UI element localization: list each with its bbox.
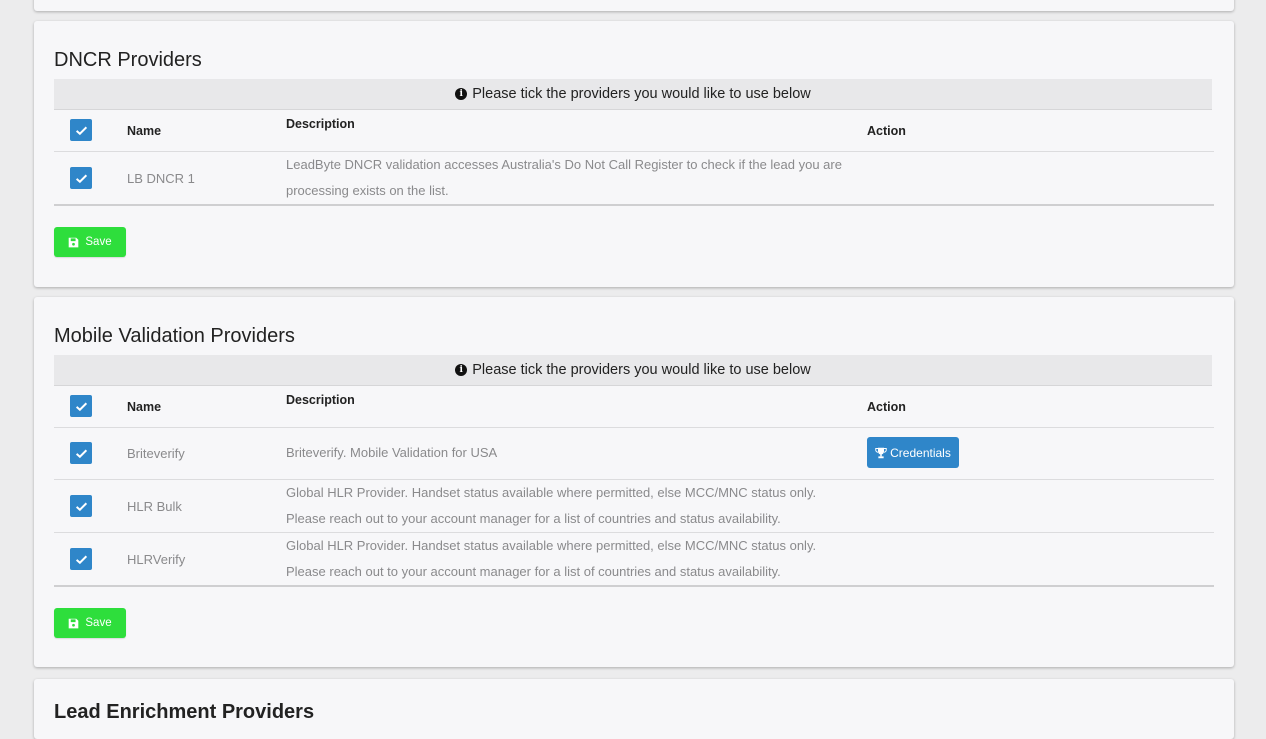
select-all-checkbox[interactable] bbox=[70, 395, 92, 417]
column-header-description: Description bbox=[286, 117, 355, 131]
select-all-checkbox[interactable] bbox=[70, 119, 92, 141]
provider-description: Global HLR Provider. Handset status avai… bbox=[286, 538, 817, 579]
mobile-validation-providers-card: Mobile Validation Providers i Please tic… bbox=[34, 297, 1234, 667]
provider-name: LB DNCR 1 bbox=[127, 171, 195, 186]
provider-checkbox[interactable] bbox=[70, 548, 92, 570]
checkmark-icon bbox=[75, 402, 87, 411]
trophy-icon bbox=[875, 447, 887, 458]
save-button[interactable]: Save bbox=[54, 608, 126, 638]
table-row: Briteverify Briteverify. Mobile Validati… bbox=[54, 428, 1214, 480]
notice-bar: i Please tick the providers you would li… bbox=[54, 355, 1212, 386]
checkmark-icon bbox=[75, 502, 87, 511]
column-header-action: Action bbox=[867, 400, 906, 414]
column-header-name: Name bbox=[127, 400, 162, 414]
info-circle-icon: i bbox=[455, 364, 468, 376]
provider-name: Briteverify bbox=[127, 446, 185, 461]
section-title: Mobile Validation Providers bbox=[54, 325, 295, 347]
section-title: Lead Enrichment Providers bbox=[54, 701, 315, 723]
credentials-button[interactable]: Credentials bbox=[867, 437, 959, 468]
table-row: HLRVerify Global HLR Provider. Handset s… bbox=[54, 533, 1214, 587]
notice-text: Please tick the providers you would like… bbox=[472, 86, 811, 102]
provider-description: Global HLR Provider. Handset status avai… bbox=[286, 485, 817, 526]
notice-bar: i Please tick the providers you would li… bbox=[54, 79, 1212, 110]
provider-description: LeadByte DNCR validation accesses Austra… bbox=[286, 157, 842, 198]
info-circle-icon: i bbox=[455, 88, 468, 100]
notice-text: Please tick the providers you would like… bbox=[472, 362, 811, 378]
provider-name: HLR Bulk bbox=[127, 499, 182, 514]
table-row: LB DNCR 1 LeadByte DNCR validation acces… bbox=[54, 152, 1214, 206]
checkmark-icon bbox=[75, 174, 87, 183]
table-header-row: Name Description Action bbox=[54, 386, 1214, 428]
checkmark-icon bbox=[75, 555, 87, 564]
provider-name: HLRVerify bbox=[127, 552, 186, 567]
checkmark-icon bbox=[75, 126, 87, 135]
provider-description: Briteverify. Mobile Validation for USA bbox=[286, 445, 498, 460]
provider-checkbox[interactable] bbox=[70, 167, 92, 189]
column-header-name: Name bbox=[127, 124, 162, 138]
section-title: DNCR Providers bbox=[54, 49, 202, 71]
table-row: HLR Bulk Global HLR Provider. Handset st… bbox=[54, 480, 1214, 533]
save-label: Save bbox=[85, 236, 112, 248]
dncr-providers-card: DNCR Providers i Please tick the provide… bbox=[34, 21, 1234, 287]
credentials-label: Credentials bbox=[890, 445, 951, 460]
save-label: Save bbox=[85, 617, 112, 629]
floppy-disk-icon bbox=[69, 237, 79, 247]
provider-checkbox[interactable] bbox=[70, 495, 92, 517]
checkmark-icon bbox=[75, 449, 87, 458]
provider-checkbox[interactable] bbox=[70, 442, 92, 464]
previous-card bbox=[34, 0, 1234, 11]
table-header-row: Name Description Action bbox=[54, 110, 1214, 152]
lead-enrichment-providers-card: Lead Enrichment Providers bbox=[34, 679, 1234, 739]
floppy-disk-icon bbox=[69, 618, 79, 628]
column-header-action: Action bbox=[867, 124, 906, 138]
column-header-description: Description bbox=[286, 393, 355, 407]
save-button[interactable]: Save bbox=[54, 227, 126, 257]
